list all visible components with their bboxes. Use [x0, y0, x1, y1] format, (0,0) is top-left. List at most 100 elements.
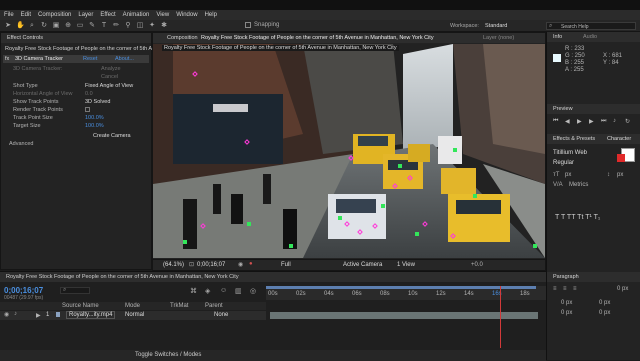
track-point-marker[interactable]: [381, 204, 385, 208]
pan-behind-tool-icon[interactable]: ⊕: [64, 22, 72, 30]
resolution-select[interactable]: Full: [281, 262, 291, 268]
track-point-marker[interactable]: [183, 240, 187, 244]
menu-animation[interactable]: Animation: [123, 12, 150, 18]
layer-row[interactable]: ◉ ♪ ▶ 1 Royalty...ity.mp4 Normal None: [0, 311, 266, 320]
tab-character[interactable]: Character: [607, 134, 631, 144]
leading-value[interactable]: px: [617, 172, 623, 178]
snapping-checkbox[interactable]: [245, 22, 251, 28]
hand-tool-icon[interactable]: ✋: [16, 22, 25, 30]
color-channel-icon[interactable]: ●: [249, 261, 253, 267]
menu-composition[interactable]: Composition: [38, 12, 71, 18]
align-center-icon[interactable]: ≡: [563, 286, 567, 292]
track-point-marker[interactable]: [415, 232, 419, 236]
loop-icon[interactable]: ↻: [625, 118, 630, 125]
brush-tool-icon[interactable]: ✏: [112, 22, 120, 30]
layer-mode-select[interactable]: Normal: [125, 312, 144, 318]
shy-layers-icon[interactable]: ☺: [220, 287, 227, 294]
kerning-value[interactable]: Metrics: [569, 182, 588, 188]
align-right-icon[interactable]: ≡: [573, 286, 577, 292]
toggle-switches-modes-button[interactable]: Toggle Switches / Modes: [135, 352, 201, 358]
last-frame-icon[interactable]: ⏭: [601, 118, 606, 125]
audio-preview-icon[interactable]: ♪: [613, 118, 616, 124]
tab-info[interactable]: Info Audio: [547, 32, 640, 42]
menu-edit[interactable]: Edit: [21, 12, 31, 18]
font-family-select[interactable]: Titillium Web: [553, 150, 587, 156]
target-size-value[interactable]: 100.0%: [85, 123, 104, 129]
next-frame-icon[interactable]: ▶: [589, 118, 594, 125]
fit-icon[interactable]: ⊡: [189, 261, 194, 268]
menu-file[interactable]: File: [4, 12, 14, 18]
reset-link[interactable]: Reset: [83, 56, 97, 62]
camera-tool-icon[interactable]: ▣: [52, 22, 60, 30]
column-trkmat[interactable]: TrkMat: [170, 303, 188, 309]
render-track-points-checkbox[interactable]: [85, 107, 90, 112]
menu-effect[interactable]: Effect: [100, 12, 115, 18]
rotate-tool-icon[interactable]: ↻: [40, 22, 48, 30]
first-line-indent-value[interactable]: 0 px: [617, 286, 628, 292]
roto-brush-tool-icon[interactable]: ✦: [148, 22, 156, 30]
tab-paragraph[interactable]: Paragraph: [547, 272, 640, 282]
selection-tool-icon[interactable]: ➤: [4, 22, 12, 30]
work-area-bar[interactable]: [266, 286, 536, 289]
track-point-marker[interactable]: [533, 244, 537, 248]
text-style-buttons-icon[interactable]: T T TT Tt T¹ T₁: [555, 214, 600, 221]
layer-duration-bar[interactable]: [270, 312, 538, 319]
layer-name[interactable]: Royalty...ity.mp4: [66, 311, 116, 319]
timeline-timecode[interactable]: 0;00;16;07: [4, 286, 43, 295]
indent-left-value[interactable]: 0 px: [561, 300, 572, 306]
play-icon[interactable]: ▶: [577, 118, 582, 125]
view-layout-select[interactable]: 1 View: [397, 262, 415, 268]
layer-parent-select[interactable]: None: [214, 312, 228, 318]
column-mode[interactable]: Mode: [125, 303, 140, 309]
menu-view[interactable]: View: [156, 12, 169, 18]
track-point-marker[interactable]: [247, 222, 251, 226]
playhead[interactable]: [500, 286, 501, 348]
eraser-tool-icon[interactable]: ◫: [136, 22, 144, 30]
puppet-tool-icon[interactable]: ✱: [160, 22, 168, 30]
workspace-select[interactable]: Standard: [485, 23, 507, 29]
font-size-value[interactable]: px: [565, 172, 571, 178]
visibility-eye-icon[interactable]: ◉: [4, 311, 9, 318]
track-point-size-value[interactable]: 100.0%: [85, 115, 104, 121]
about-link[interactable]: About...: [115, 56, 134, 62]
camera-select[interactable]: Active Camera: [343, 262, 382, 268]
track-point-marker[interactable]: [453, 148, 457, 152]
tab-composition[interactable]: Composition Royalty Free Stock Footage o…: [153, 33, 545, 43]
font-style-select[interactable]: Regular: [553, 160, 574, 166]
shot-type-select[interactable]: Fixed Angle of View: [85, 83, 133, 89]
composition-mini-flowchart-icon[interactable]: ⌘: [190, 287, 197, 295]
tab-timeline[interactable]: Royalty Free Stock Footage of People on …: [0, 272, 546, 282]
pen-tool-icon[interactable]: ✎: [88, 22, 96, 30]
track-point-marker[interactable]: [473, 194, 477, 198]
current-time[interactable]: 0;00;16;07: [197, 262, 225, 268]
zoom-select[interactable]: (64.1%): [163, 262, 184, 268]
layer-expand-icon[interactable]: ▶: [36, 312, 41, 319]
menu-help[interactable]: Help: [205, 12, 217, 18]
align-left-icon[interactable]: ≡: [553, 286, 557, 292]
tab-audio[interactable]: Audio: [583, 32, 597, 42]
space-after-value[interactable]: 0 px: [599, 310, 610, 316]
track-point-marker[interactable]: [289, 244, 293, 248]
analyze-button[interactable]: Analyze: [101, 66, 121, 72]
show-track-points-select[interactable]: 3D Solved: [85, 99, 110, 105]
tab-effects-presets[interactable]: Effects & Presets Character: [547, 134, 640, 144]
audio-speaker-icon[interactable]: ♪: [14, 311, 17, 317]
type-tool-icon[interactable]: T: [100, 22, 108, 30]
exposure-value[interactable]: +0.0: [471, 262, 483, 268]
menu-layer[interactable]: Layer: [78, 12, 93, 18]
rectangle-tool-icon[interactable]: ▭: [76, 22, 84, 30]
space-before-value[interactable]: 0 px: [561, 310, 572, 316]
create-camera-button[interactable]: Create Camera: [93, 133, 131, 139]
zoom-tool-icon[interactable]: ⌕: [28, 22, 36, 30]
cancel-button[interactable]: Cancel: [101, 74, 118, 80]
layer-tab[interactable]: Layer (none): [483, 33, 514, 43]
composition-viewer[interactable]: [153, 44, 545, 258]
first-frame-icon[interactable]: ⏮: [553, 118, 558, 125]
track-point-marker[interactable]: [338, 216, 342, 220]
menu-window[interactable]: Window: [176, 12, 197, 18]
indent-right-value[interactable]: 0 px: [599, 300, 610, 306]
snapshot-icon[interactable]: ◉: [238, 261, 243, 268]
hfov-value[interactable]: 0.0: [85, 91, 93, 97]
advanced-group[interactable]: Advanced: [9, 141, 33, 147]
effect-header[interactable]: fx 3D Camera Tracker Reset About...: [3, 55, 149, 63]
